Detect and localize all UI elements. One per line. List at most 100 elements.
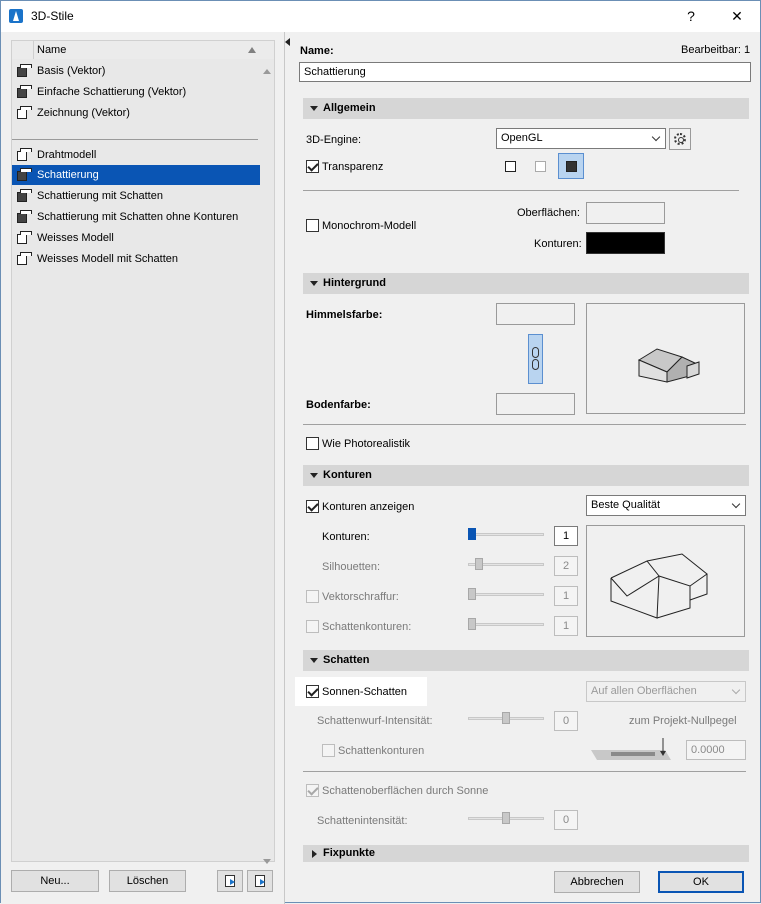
- sun-shadow-label: Sonnen-Schatten: [322, 686, 408, 698]
- chevron-down-icon: [731, 499, 741, 509]
- contours-preview: [586, 525, 745, 637]
- sun-surfaces-checkbox[interactable]: [306, 784, 319, 797]
- list-item-label: Drahtmodell: [37, 149, 97, 161]
- collapse-triangle-icon: [310, 281, 318, 286]
- shaded-cube-icon: [15, 189, 32, 203]
- contours-color-swatch[interactable]: [586, 232, 665, 254]
- close-button[interactable]: ✕: [715, 1, 759, 32]
- app-logo-icon: [9, 9, 23, 23]
- shadow-cast-intensity-value[interactable]: 0: [554, 711, 578, 731]
- collapse-triangle-icon: [310, 473, 318, 478]
- list-item[interactable]: Basis (Vektor): [12, 61, 260, 81]
- sort-ascending-icon: [248, 47, 256, 53]
- list-item-label: Schattierung mit Schatten ohne Konturen: [37, 211, 239, 223]
- vector-hatch-value[interactable]: 1: [554, 586, 578, 606]
- engine-settings-button[interactable]: [669, 128, 691, 150]
- ground-color-label: Bodenfarbe:: [306, 399, 371, 411]
- sun-shadow-checkbox[interactable]: [306, 685, 319, 698]
- shadow-contours-checkbox[interactable]: [306, 620, 319, 633]
- sky-color-swatch[interactable]: [496, 303, 575, 325]
- section-fixpunkte[interactable]: Fixpunkte: [303, 845, 749, 862]
- list-item[interactable]: Einfache Schattierung (Vektor): [12, 82, 260, 102]
- shadow-cast-intensity-thumb[interactable]: [502, 712, 510, 724]
- shadow-intensity-thumb[interactable]: [502, 812, 510, 824]
- list-item[interactable]: Schattierung mit Schatten: [12, 186, 260, 206]
- ok-button[interactable]: OK: [658, 871, 744, 893]
- shadow-surfaces-select[interactable]: Auf allen Oberflächen: [586, 681, 746, 702]
- monochrome-checkbox[interactable]: [306, 219, 319, 232]
- photoreal-label: Wie Photorealistik: [322, 438, 411, 450]
- contours-slider[interactable]: [468, 533, 544, 536]
- section-schatten[interactable]: Schatten: [303, 650, 749, 671]
- list-item-selected[interactable]: Schattierung: [12, 165, 260, 185]
- list-item-label: Weisses Modell: [37, 232, 114, 244]
- editable-label: Bearbeitbar: 1: [681, 44, 751, 56]
- transparency-label: Transparenz: [322, 161, 384, 173]
- shadow-outline-checkbox[interactable]: [322, 744, 335, 757]
- help-button[interactable]: ?: [669, 1, 713, 32]
- surfaces-color-swatch[interactable]: [586, 202, 665, 224]
- import-style-button[interactable]: [217, 870, 243, 892]
- list-item[interactable]: Zeichnung (Vektor): [12, 103, 260, 123]
- import-icon: [225, 875, 235, 887]
- shaded-mode-button[interactable]: [558, 153, 584, 179]
- cancel-button[interactable]: Abbrechen: [554, 871, 640, 893]
- list-item[interactable]: Weisses Modell: [12, 228, 260, 248]
- list-item-label: Basis (Vektor): [37, 65, 106, 77]
- vector-hatch-slider-thumb[interactable]: [468, 588, 476, 600]
- silhouettes-value[interactable]: 2: [554, 556, 578, 576]
- section-allgemein[interactable]: Allgemein: [303, 98, 749, 119]
- hidden-line-cube-icon: [535, 161, 546, 172]
- expand-triangle-icon: [312, 850, 317, 858]
- section-title: Fixpunkte: [323, 847, 375, 859]
- wireframe-mode-button[interactable]: [498, 154, 524, 180]
- list-item-label: Zeichnung (Vektor): [37, 107, 130, 119]
- shadow-level-icon: [591, 738, 671, 760]
- quality-select[interactable]: Beste Qualität: [586, 495, 746, 516]
- vector-hatch-slider[interactable]: [468, 593, 544, 596]
- show-contours-checkbox[interactable]: [306, 500, 319, 513]
- engine-select[interactable]: OpenGL: [496, 128, 666, 149]
- link-colors-button[interactable]: [528, 334, 543, 384]
- shadow-contours-slider[interactable]: [468, 623, 544, 626]
- vector-hatch-checkbox[interactable]: [306, 590, 319, 603]
- style-list[interactable]: Name Basis (Vektor) Einfache Schattierun…: [11, 40, 275, 864]
- list-item[interactable]: Drahtmodell: [12, 145, 260, 165]
- list-header-name[interactable]: Name: [37, 44, 66, 56]
- shadow-contours-value[interactable]: 1: [554, 616, 578, 636]
- silhouettes-slider-thumb[interactable]: [475, 558, 483, 570]
- shaded-cube-icon: [15, 168, 32, 182]
- contours-slider-thumb[interactable]: [468, 528, 476, 540]
- gear-icon: [674, 133, 686, 145]
- vector-hatch-label: Vektorschraffur:: [322, 591, 399, 603]
- scroll-up-icon[interactable]: [263, 69, 271, 74]
- window-title: 3D-Stile: [31, 9, 74, 23]
- engine-select-value: OpenGL: [501, 132, 543, 144]
- section-hintergrund[interactable]: Hintergrund: [303, 273, 749, 294]
- chain-link-icon: [532, 347, 539, 358]
- photoreal-checkbox[interactable]: [306, 437, 319, 450]
- shadow-intensity-value[interactable]: 0: [554, 810, 578, 830]
- shadow-contours-slider-thumb[interactable]: [468, 618, 476, 630]
- quality-select-value: Beste Qualität: [591, 499, 661, 511]
- style-cube-icon: [15, 106, 32, 120]
- style-list-panel: Name Basis (Vektor) Einfache Schattierun…: [1, 32, 285, 904]
- scroll-down-icon[interactable]: [263, 859, 271, 864]
- list-item[interactable]: Schattierung mit Schatten ohne Konturen: [12, 207, 260, 227]
- section-konturen[interactable]: Konturen: [303, 465, 749, 486]
- collapse-panel-icon[interactable]: [285, 38, 290, 46]
- contours-value[interactable]: 1: [554, 526, 578, 546]
- hidden-line-mode-button[interactable]: [528, 154, 554, 180]
- silhouettes-label: Silhouetten:: [322, 561, 381, 573]
- list-item-label: Schattierung mit Schatten: [37, 190, 163, 202]
- list-header[interactable]: Name: [12, 41, 274, 59]
- new-style-button[interactable]: Neu...: [11, 870, 99, 892]
- delete-style-button[interactable]: Löschen: [109, 870, 186, 892]
- transparency-checkbox[interactable]: [306, 160, 319, 173]
- export-style-button[interactable]: [247, 870, 273, 892]
- shadow-level-input[interactable]: 0.0000: [686, 740, 746, 760]
- name-input[interactable]: Schattierung: [299, 62, 751, 82]
- list-item[interactable]: Weisses Modell mit Schatten: [12, 249, 260, 269]
- house-outline-icon: [610, 553, 708, 619]
- ground-color-swatch[interactable]: [496, 393, 575, 415]
